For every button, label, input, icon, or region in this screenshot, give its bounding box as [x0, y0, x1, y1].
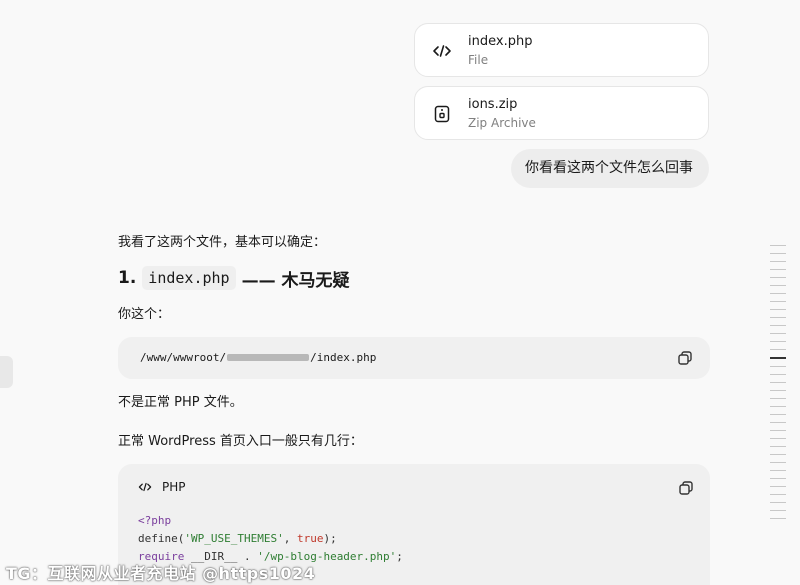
scroll-tick[interactable]: [770, 462, 786, 463]
heading-number: 1.: [118, 268, 137, 288]
archive-icon: [434, 105, 450, 123]
scroll-tick[interactable]: [770, 478, 786, 479]
scroll-tick[interactable]: [770, 422, 786, 423]
yours-label: 你这个：: [118, 307, 171, 322]
code-line: <?php: [138, 512, 403, 530]
scroll-tick[interactable]: [770, 341, 786, 342]
scroll-tick[interactable]: [770, 269, 786, 270]
scroll-tick[interactable]: [770, 285, 786, 286]
code-header: PHP: [138, 480, 186, 494]
scroll-tick[interactable]: [770, 382, 786, 383]
code-token: true: [296, 532, 324, 545]
scroll-navigator[interactable]: [770, 245, 788, 526]
redacted-segment: [227, 354, 310, 361]
scroll-tick[interactable]: [770, 325, 786, 326]
scroll-tick[interactable]: [770, 502, 786, 503]
scroll-tick[interactable]: [770, 470, 786, 471]
scroll-tick[interactable]: [770, 293, 786, 294]
scroll-tick[interactable]: [770, 253, 786, 254]
file-path: /www/wwwroot/ /index.php: [140, 351, 376, 364]
code-language-label: PHP: [162, 480, 186, 494]
scroll-tick[interactable]: [770, 454, 786, 455]
scroll-tick[interactable]: [770, 430, 786, 431]
scroll-tick[interactable]: [770, 446, 786, 447]
copy-icon[interactable]: [677, 350, 693, 366]
attachment-name: ions.zip: [468, 97, 518, 112]
scroll-tick-active[interactable]: [770, 357, 786, 359]
watermark-text: TG：互联网从业者充电站 @https1024: [6, 564, 316, 583]
normal-desc-text: 正常 WordPress 首页入口一般只有几行：: [118, 434, 363, 449]
attachment-type: Zip Archive: [468, 116, 536, 130]
code-lines: <?php define('WP_USE_THEMES', true); req…: [138, 512, 403, 566]
code-line: define('WP_USE_THEMES', true);: [138, 530, 403, 548]
scroll-tick[interactable]: [770, 277, 786, 278]
code-token: );: [323, 532, 337, 545]
scroll-tick[interactable]: [770, 245, 786, 246]
code-icon: [138, 482, 152, 492]
code-token: 'WP_USE_THEMES': [184, 532, 284, 545]
answer-heading: 1. index.php —— 木马无疑: [118, 264, 350, 292]
not-normal-text: 不是正常 PHP 文件。: [118, 395, 243, 410]
scroll-tick[interactable]: [770, 486, 786, 487]
sidebar-toggle-tab[interactable]: [0, 356, 13, 388]
scroll-tick[interactable]: [770, 333, 786, 334]
scroll-tick[interactable]: [770, 301, 786, 302]
copy-icon[interactable]: [678, 480, 694, 496]
code-icon: [433, 45, 451, 57]
attachment-name: index.php: [468, 34, 533, 49]
code-token: define(: [138, 532, 185, 545]
path-suffix: /index.php: [310, 351, 377, 364]
heading-suffix: —— 木马无疑: [241, 270, 350, 291]
scroll-tick[interactable]: [770, 309, 786, 310]
path-prefix: /www/wwwroot/: [140, 351, 227, 364]
scroll-tick[interactable]: [770, 317, 786, 318]
path-code-block: /www/wwwroot/ /index.php: [118, 337, 710, 379]
heading-inline-code: index.php: [142, 266, 236, 290]
scroll-tick[interactable]: [770, 390, 786, 391]
scroll-tick[interactable]: [770, 366, 786, 367]
scroll-tick[interactable]: [770, 398, 786, 399]
code-token: ;: [396, 550, 403, 563]
scroll-tick[interactable]: [770, 414, 786, 415]
scroll-tick[interactable]: [770, 406, 786, 407]
answer-intro: 我看了这两个文件，基本可以确定：: [118, 235, 327, 250]
attachment-card-ions-zip[interactable]: ions.zip Zip Archive: [414, 86, 709, 140]
scroll-tick[interactable]: [770, 349, 786, 350]
attachment-type: File: [468, 53, 489, 67]
attachment-card-index-php[interactable]: index.php File: [414, 23, 709, 77]
scroll-tick[interactable]: [770, 494, 786, 495]
scroll-tick[interactable]: [770, 518, 786, 519]
user-message-bubble: 你看看这两个文件怎么回事: [511, 149, 709, 188]
code-token: ,: [283, 532, 297, 545]
scroll-tick[interactable]: [770, 510, 786, 511]
scroll-tick[interactable]: [770, 438, 786, 439]
code-token: <?php: [138, 514, 172, 527]
scroll-tick[interactable]: [770, 261, 786, 262]
scroll-tick[interactable]: [770, 374, 786, 375]
